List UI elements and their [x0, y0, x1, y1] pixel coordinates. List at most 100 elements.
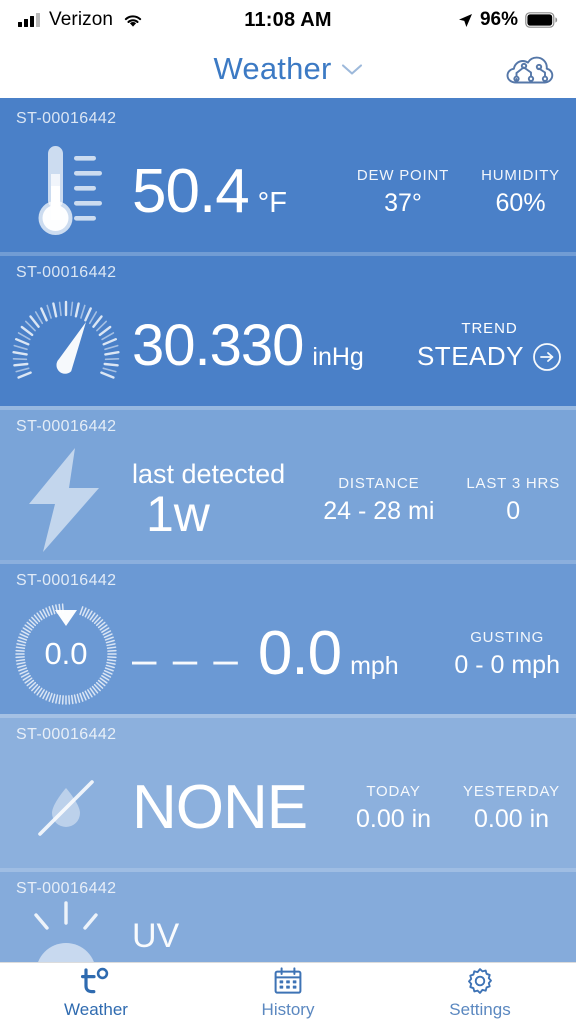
- barometer-icon: [0, 296, 132, 396]
- pressure-card-body: 30.330 inHg TREND STEADY: [0, 286, 576, 406]
- sensor-id-label: ST-00016442: [16, 572, 117, 589]
- no-rain-icon: [0, 766, 132, 850]
- battery-full-icon: [525, 12, 558, 28]
- lightning-stats: DISTANCE 24 - 28 mi LAST 3 HRS 0: [307, 475, 576, 526]
- wind-direction-value: – – –: [132, 635, 240, 684]
- sensor-id-label: ST-00016442: [16, 880, 117, 897]
- sun-icon: [0, 899, 132, 962]
- sensor-card-list[interactable]: ST-00016442 50.4 °F DEW POINT 37° HUMIDI…: [0, 98, 576, 962]
- rain-value: NONE: [132, 773, 308, 842]
- temperature-stats: DEW POINT 37° HUMIDITY 60%: [341, 167, 576, 218]
- wind-value-group: – – – 0.0 mph: [132, 623, 438, 685]
- uv-label: UV: [132, 916, 180, 955]
- humidity-value: 60%: [495, 188, 546, 217]
- location-arrow-icon: [458, 13, 473, 28]
- app-header: Weather: [0, 40, 576, 98]
- tab-settings[interactable]: Settings: [384, 963, 576, 1024]
- battery-percent-label: 96%: [479, 9, 519, 30]
- rain-yesterday-stat: YESTERDAY 0.00 in: [447, 783, 576, 834]
- last-3-hrs-stat: LAST 3 HRS 0: [450, 475, 576, 526]
- gear-icon: [465, 967, 495, 995]
- sensor-id-label: ST-00016442: [16, 110, 117, 127]
- thermometer-icon: [0, 140, 132, 244]
- wind-card[interactable]: ST-00016442 0.0 – – – 0.0 mph GUSTING 0 …: [0, 560, 576, 714]
- sensor-id-label: ST-00016442: [16, 418, 117, 435]
- wind-speed-unit: mph: [350, 652, 399, 680]
- status-bar-clock: 11:08 AM: [244, 8, 332, 31]
- header-title-dropdown[interactable]: Weather: [214, 51, 363, 87]
- gusting-value: 0 - 0 mph: [454, 650, 560, 679]
- distance-value: 24 - 28 mi: [323, 496, 435, 525]
- lightning-value-group: last detected 1w: [132, 459, 307, 542]
- trend-row: STEADY: [417, 341, 562, 372]
- tab-history[interactable]: History: [192, 963, 384, 1024]
- trend-label: TREND: [461, 320, 518, 337]
- card-divider: [0, 868, 576, 872]
- gusting-label: GUSTING: [470, 628, 545, 646]
- rain-card-body: NONE TODAY 0.00 in YESTERDAY 0.00 in: [0, 748, 576, 868]
- status-bar-left: Verizon: [18, 9, 244, 31]
- status-bar: Verizon 11:08 AM 96%: [0, 0, 576, 40]
- last-3-hrs-label: LAST 3 HRS: [466, 474, 560, 492]
- card-divider: [0, 714, 576, 718]
- rain-today-label: TODAY: [366, 782, 421, 800]
- distance-stat: DISTANCE 24 - 28 mi: [307, 475, 450, 526]
- tab-weather[interactable]: Weather: [0, 963, 192, 1024]
- lightning-bolt-icon: [0, 446, 132, 554]
- calendar-icon: [273, 967, 303, 995]
- temperature-value: 50.4: [132, 157, 250, 226]
- rain-today-stat: TODAY 0.00 in: [340, 783, 447, 834]
- wind-dial-value: 0.0: [44, 636, 87, 671]
- card-divider: [0, 252, 576, 256]
- card-divider: [0, 560, 576, 564]
- rain-card[interactable]: ST-00016442 NONE TODAY 0.00 in YESTERDAY…: [0, 714, 576, 868]
- temperature-unit: °F: [257, 187, 287, 219]
- rain-today-value: 0.00 in: [355, 804, 432, 833]
- wind-card-body: 0.0 – – – 0.0 mph GUSTING 0 - 0 mph: [0, 594, 576, 714]
- lightning-card-body: last detected 1w DISTANCE 24 - 28 mi LAS…: [0, 440, 576, 560]
- wind-dial-icon: 0.0: [0, 600, 132, 708]
- dew-point-label: DEW POINT: [356, 166, 450, 184]
- last-detected-value: 1w: [146, 485, 210, 542]
- wind-speed-value: 0.0: [257, 619, 342, 688]
- status-bar-right: 96%: [332, 9, 558, 31]
- temperature-card-body: 50.4 °F DEW POINT 37° HUMIDITY 60%: [0, 132, 576, 252]
- card-divider: [0, 406, 576, 410]
- rain-yesterday-value: 0.00 in: [473, 804, 550, 833]
- tab-history-label: History: [261, 1000, 315, 1019]
- sensor-id-label: ST-00016442: [16, 726, 117, 743]
- trend-value: STEADY: [416, 341, 524, 371]
- rain-value-group: NONE: [132, 777, 340, 839]
- temperature-t-degree-icon: [81, 967, 111, 995]
- last-3-hrs-value: 0: [506, 496, 521, 525]
- wind-stats: GUSTING 0 - 0 mph: [438, 629, 576, 680]
- humidity-label: HUMIDITY: [481, 166, 560, 184]
- bottom-tab-bar: Weather History Settings: [0, 962, 576, 1024]
- rain-yesterday-label: YESTERDAY: [463, 782, 560, 800]
- pressure-card[interactable]: ST-00016442 30.330 inHg TREND STEADY: [0, 252, 576, 406]
- sensor-id-label: ST-00016442: [16, 264, 117, 281]
- chevron-down-icon: [341, 63, 363, 76]
- dew-point-value: 37°: [384, 188, 422, 217]
- cloud-network-icon[interactable]: [502, 49, 560, 89]
- temperature-card[interactable]: ST-00016442 50.4 °F DEW POINT 37° HUMIDI…: [0, 98, 576, 252]
- cellular-signal-icon: [18, 13, 40, 27]
- tab-settings-label: Settings: [449, 1000, 511, 1019]
- uv-value-group: UV: [132, 917, 576, 956]
- wifi-icon: [122, 12, 144, 28]
- distance-label: DISTANCE: [338, 474, 420, 492]
- tab-weather-label: Weather: [64, 1000, 128, 1019]
- page-title: Weather: [213, 51, 332, 86]
- uv-card[interactable]: ST-00016442 UV: [0, 868, 576, 962]
- dew-point-stat: DEW POINT 37°: [341, 167, 465, 218]
- humidity-stat: HUMIDITY 60%: [465, 167, 576, 218]
- carrier-label: Verizon: [49, 9, 114, 30]
- pressure-unit: inHg: [312, 343, 364, 371]
- app-screen: Verizon 11:08 AM 96% Weather ST-00016442…: [0, 0, 576, 1024]
- arrow-right-circle-icon: [532, 342, 562, 372]
- lightning-card[interactable]: ST-00016442 last detected 1w DISTANCE 24…: [0, 406, 576, 560]
- pressure-trend: TREND STEADY: [417, 320, 576, 372]
- gusting-stat: GUSTING 0 - 0 mph: [438, 629, 576, 680]
- rain-stats: TODAY 0.00 in YESTERDAY 0.00 in: [340, 783, 576, 834]
- temperature-value-group: 50.4 °F: [132, 161, 341, 223]
